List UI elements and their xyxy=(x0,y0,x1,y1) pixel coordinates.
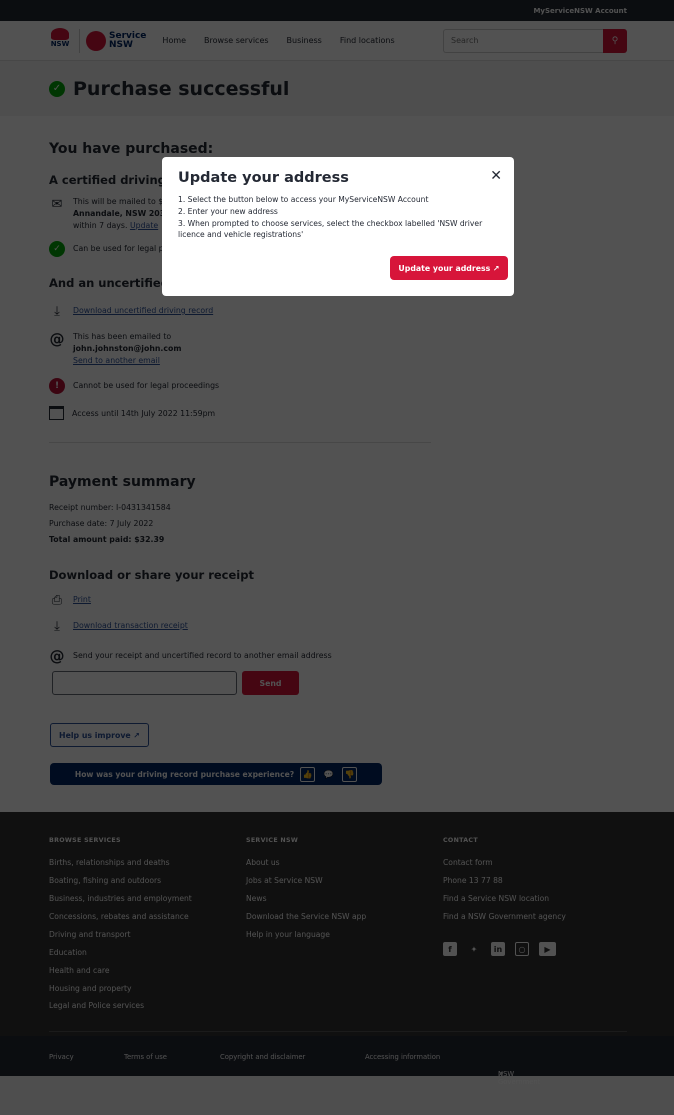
update-address-button[interactable]: Update your address ↗ xyxy=(390,256,508,280)
modal-steps: 1. Select the button below to access you… xyxy=(178,194,498,241)
close-icon[interactable]: ✕ xyxy=(490,167,502,184)
external-link-icon: ↗ xyxy=(493,263,500,273)
modal-step: 3. When prompted to choose services, sel… xyxy=(178,218,483,240)
modal-step: 2. Enter your new address xyxy=(178,206,278,216)
modal-title: Update your address xyxy=(178,170,349,186)
update-address-modal: ✕ Update your address 1. Select the butt… xyxy=(162,157,514,296)
modal-step: 1. Select the button below to access you… xyxy=(178,195,429,204)
